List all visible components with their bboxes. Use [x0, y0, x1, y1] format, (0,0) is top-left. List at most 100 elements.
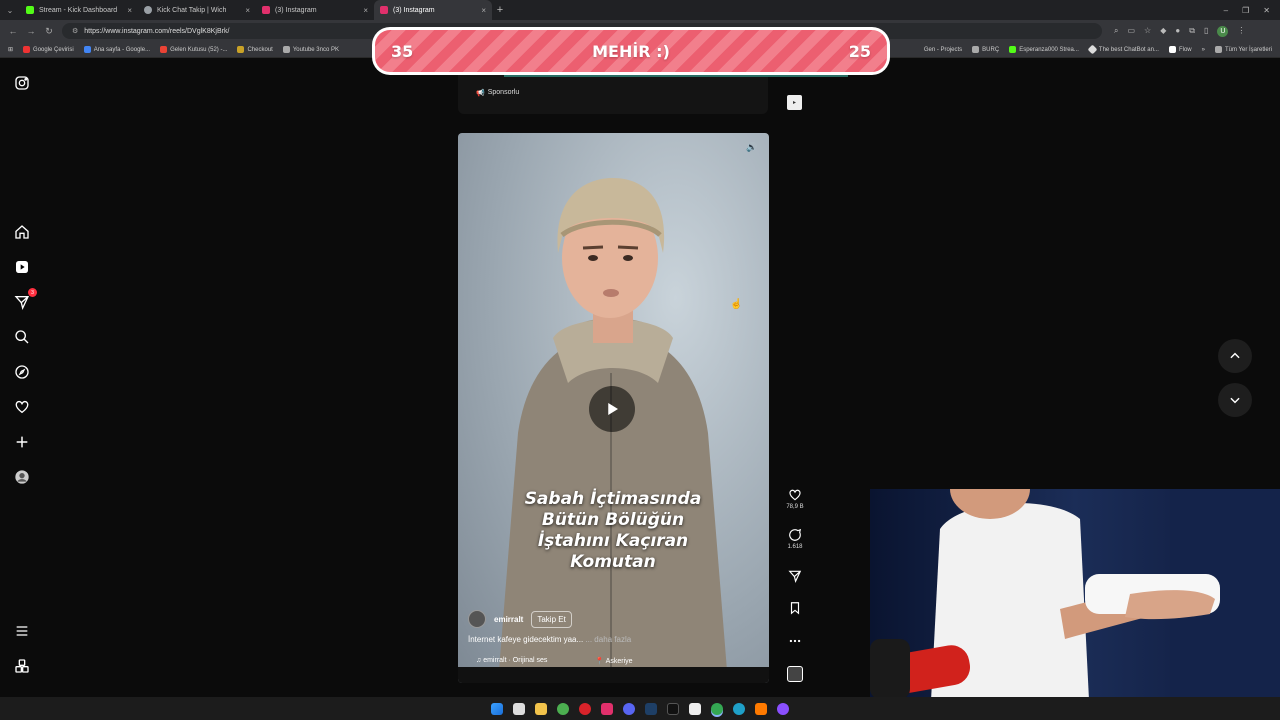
bookmark-item[interactable]: Checkout: [237, 46, 273, 53]
tab-2[interactable]: (3) Instagram ×: [256, 0, 374, 20]
megaphone-icon: 📢: [476, 90, 485, 97]
like-action[interactable]: 78,9 B: [780, 488, 810, 510]
app-icon[interactable]: [777, 702, 789, 715]
chrome-icon[interactable]: [557, 702, 569, 715]
reel-video[interactable]: 🔊 Sabah İçtimasında Bütün Bölüğün İştahı…: [458, 133, 769, 683]
tab-title: (3) Instagram: [275, 6, 317, 14]
close-icon[interactable]: ×: [481, 6, 486, 15]
profile-icon[interactable]: [13, 468, 31, 486]
volume-icon[interactable]: 🔊: [746, 142, 758, 154]
all-bookmarks-folder[interactable]: Tüm Yer İşaretleri: [1214, 46, 1272, 53]
tab-search-icon[interactable]: ⌄: [0, 6, 20, 15]
heart-icon: [789, 489, 801, 501]
reload-icon[interactable]: ↻: [44, 26, 54, 37]
app-icon[interactable]: [689, 702, 701, 715]
audio-cover-icon: [787, 666, 803, 682]
search-icon[interactable]: [13, 328, 31, 346]
author-username[interactable]: emirralt: [494, 615, 523, 624]
save-action[interactable]: [780, 601, 810, 615]
bookmark-item[interactable]: Gelen Kutusu (52) -...: [160, 46, 227, 53]
tab-3-active[interactable]: (3) Instagram ×: [374, 0, 492, 20]
extension-icon[interactable]: ◆: [1160, 26, 1166, 37]
back-icon[interactable]: ←: [8, 26, 18, 36]
file-explorer-icon[interactable]: [535, 702, 547, 715]
zoom-icon[interactable]: ⌕: [1114, 26, 1118, 37]
goal-right-value: 25: [848, 41, 871, 61]
location-link[interactable]: 📍 Askeriye: [595, 657, 632, 665]
like-count: 78,9 B: [786, 504, 804, 510]
reel-description[interactable]: İnternet kafeye gidecektim yaa... ... da…: [468, 635, 631, 644]
photoshop-icon[interactable]: [645, 702, 657, 715]
reels-icon[interactable]: [13, 258, 31, 276]
discord-icon[interactable]: [623, 702, 635, 715]
extensions-puzzle-icon[interactable]: ⧉: [1189, 26, 1195, 37]
close-icon[interactable]: ×: [363, 6, 368, 15]
new-tab-button[interactable]: +: [492, 4, 508, 16]
create-icon[interactable]: [13, 433, 31, 451]
sponsored-thumbnail[interactable]: ▸: [787, 95, 802, 110]
bookmarks-overflow-icon[interactable]: »: [1202, 47, 1205, 53]
bookmark-item[interactable]: Gen - Projects: [924, 47, 962, 53]
also-from-meta-icon[interactable]: [13, 657, 31, 675]
tab-title: Stream - Kick Dashboard: [39, 6, 118, 14]
next-reel-button[interactable]: [1218, 383, 1252, 417]
heart-icon[interactable]: [13, 398, 31, 416]
more-link[interactable]: ... daha fazla: [585, 635, 631, 644]
bookmark-item[interactable]: Ana sayfa - Google...: [83, 46, 150, 53]
bookmark-folder[interactable]: Youtube 3nco PK: [282, 46, 339, 53]
tab-1[interactable]: Kick Chat Takip | Wich ×: [138, 0, 256, 20]
home-icon[interactable]: [13, 223, 31, 241]
direct-messages-icon[interactable]: 3: [13, 288, 37, 311]
comment-action[interactable]: 1.618: [780, 528, 810, 550]
follow-button[interactable]: Takip Et: [531, 610, 572, 628]
bookmark-item[interactable]: Google Çevirisi: [23, 46, 74, 53]
comment-count: 1.618: [787, 544, 803, 550]
opera-icon[interactable]: [579, 702, 591, 715]
sidepanel-icon[interactable]: ▯: [1204, 26, 1208, 37]
audio-link[interactable]: ♫ emirralt · Orijinal ses: [476, 657, 547, 665]
close-window-icon[interactable]: ✕: [1263, 6, 1270, 15]
maximize-icon[interactable]: ❐: [1242, 6, 1249, 15]
instagram-favicon-icon: [380, 6, 388, 14]
site-info-icon[interactable]: ⚙: [72, 27, 78, 35]
forward-icon[interactable]: →: [26, 26, 36, 36]
cast-icon[interactable]: ▭: [1127, 26, 1135, 37]
profile-avatar[interactable]: U: [1217, 25, 1229, 37]
close-icon[interactable]: ×: [127, 6, 132, 15]
previous-reel-button[interactable]: [1218, 339, 1252, 373]
mouse-cursor-icon: ☝: [730, 299, 743, 310]
bookmark-item[interactable]: The best ChatBot an...: [1087, 44, 1159, 55]
windows-start-icon[interactable]: [491, 702, 503, 715]
chrome-menu-icon[interactable]: ⋮: [1237, 26, 1245, 37]
instagram-logo-icon[interactable]: [13, 74, 31, 92]
app-icon[interactable]: [755, 702, 767, 715]
chevron-down-icon: [1230, 397, 1240, 404]
explore-icon[interactable]: [13, 363, 31, 381]
tab-0[interactable]: Stream - Kick Dashboard ×: [20, 0, 138, 20]
instagram-app-icon[interactable]: [601, 702, 613, 715]
audio-thumbnail[interactable]: [780, 666, 810, 682]
menu-icon[interactable]: [13, 622, 31, 640]
bookmark-item[interactable]: Flow: [1168, 46, 1192, 53]
edge-icon[interactable]: [733, 702, 745, 715]
stream-goal-banner: 35 MEHİR :) 25: [372, 27, 890, 75]
chevron-up-icon: [1230, 352, 1240, 359]
more-options[interactable]: [780, 634, 810, 648]
bookmark-star-icon[interactable]: ☆: [1144, 26, 1151, 37]
tiktok-icon[interactable]: [667, 702, 679, 715]
share-icon: [788, 570, 802, 583]
bookmark-folder[interactable]: BURÇ: [972, 46, 999, 53]
bookmark-item[interactable]: Esperanza000 Strea...: [1009, 46, 1079, 53]
task-view-icon[interactable]: [513, 702, 525, 715]
play-icon: [608, 403, 618, 415]
close-icon[interactable]: ×: [245, 6, 250, 15]
share-action[interactable]: [780, 569, 810, 583]
play-button[interactable]: [589, 386, 635, 432]
bookmark-icon: [790, 602, 800, 615]
notification-badge: 3: [28, 288, 37, 297]
extension-icon[interactable]: ●: [1175, 26, 1180, 37]
apps-icon[interactable]: ⊞: [8, 46, 13, 53]
author-avatar[interactable]: [468, 610, 486, 628]
minimize-icon[interactable]: –: [1224, 6, 1228, 15]
chrome-active-icon[interactable]: [711, 702, 723, 715]
